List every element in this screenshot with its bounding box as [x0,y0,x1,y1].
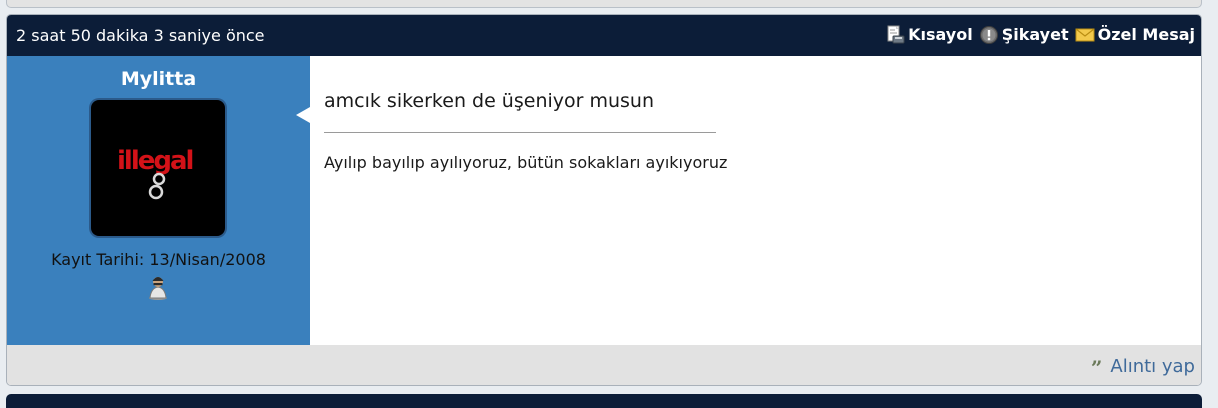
post-header: 2 saat 50 dakika 3 saniye önce Kısayol Ş… [7,15,1201,56]
speech-pointer [296,107,310,123]
user-rank-icon [149,277,167,300]
quote-label: Alıntı yap [1110,356,1195,377]
post-content: amcık sikerken de üşeniyor musun Ayılıp … [310,56,1201,345]
warning-circle-icon [979,25,999,45]
author-panel: Mylitta illegal Kayıt Tarihi: 13/Nisan/2… [7,56,310,345]
document-print-icon [885,25,905,45]
shortcut-button[interactable]: Kısayol [885,25,973,45]
report-button[interactable]: Şikayet [979,25,1069,45]
quote-button[interactable]: ” Alıntı yap [1091,356,1195,378]
post-message: amcık sikerken de üşeniyor musun [324,90,655,112]
next-post-header-edge [6,394,1202,408]
report-label: Şikayet [1001,25,1069,44]
user-signature: Ayılıp bayılıp ayılıyoruz, bütün sokakla… [324,153,728,172]
shortcut-label: Kısayol [908,25,973,44]
post-timestamp: 2 saat 50 dakika 3 saniye önce [16,26,265,45]
handcuffs-icon [148,172,166,200]
signature-divider [324,132,716,133]
private-message-button[interactable]: Özel Mesaj [1075,25,1195,45]
forum-post: 2 saat 50 dakika 3 saniye önce Kısayol Ş… [6,14,1202,386]
quote-icon: ” [1090,360,1103,374]
post-actions: Kısayol Şikayet Özel Mesaj [885,25,1195,45]
previous-post-edge [6,0,1202,8]
post-footer: ” Alıntı yap [7,345,1201,385]
author-name[interactable]: Mylitta [7,68,310,90]
avatar[interactable]: illegal [91,100,225,236]
avatar-logo-text: illegal [117,146,194,176]
envelope-icon [1075,27,1095,43]
registration-date: Kayıt Tarihi: 13/Nisan/2008 [51,250,266,269]
private-message-label: Özel Mesaj [1097,25,1195,44]
